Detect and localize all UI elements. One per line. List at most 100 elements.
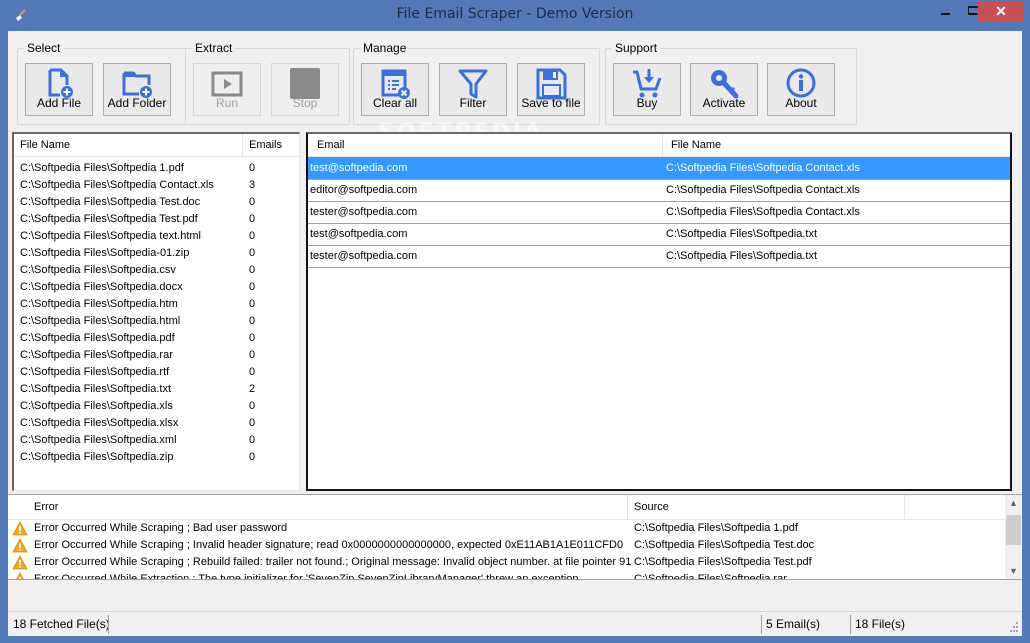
file-email-count: 0	[249, 315, 256, 327]
file-list-item[interactable]: C:\Softpedia Files\Softpedia 1.pdf 0	[14, 160, 299, 177]
file-email-count: 0	[249, 400, 256, 412]
file-email-count: 0	[249, 434, 256, 446]
email-address: editor@softpedia.com	[310, 184, 418, 196]
file-email-count: 0	[249, 162, 256, 174]
error-message: Error Occurred While Scraping ; Bad user…	[34, 522, 288, 534]
group-select: Select Add File Add Folder	[17, 41, 186, 125]
file-list-item[interactable]: C:\Softpedia Files\Softpedia.docx 0	[14, 279, 299, 296]
email-row[interactable]: editor@softpedia.com C:\Softpedia Files\S…	[308, 179, 1010, 202]
status-file-count: 18 File(s)	[855, 617, 906, 631]
scroll-down-icon[interactable]: ▼	[1005, 563, 1022, 579]
file-list-item[interactable]: C:\Softpedia Files\Softpedia Contact.xls…	[14, 177, 299, 194]
file-path: C:\Softpedia Files\Softpedia.xml	[20, 434, 177, 446]
emails-grid[interactable]: Email File Name test@softpedia.com C:\Sof…	[306, 132, 1012, 491]
file-list-item[interactable]: C:\Softpedia Files\Softpedia.htm 0	[14, 296, 299, 313]
file-email-count: 0	[249, 349, 256, 361]
clear-all-label: Clear all	[372, 96, 417, 110]
file-list-item[interactable]: C:\Softpedia Files\Softpedia.xml 0	[14, 432, 299, 449]
about-button[interactable]: About	[767, 63, 835, 116]
email-address: test@softpedia.com	[310, 228, 408, 240]
status-fetched-files: 18 Fetched File(s)	[13, 617, 110, 631]
activate-button[interactable]: Activate	[690, 63, 758, 116]
errors-list[interactable]: Error Source Error Occurred While Scrapi…	[8, 494, 1022, 580]
clear-all-button[interactable]: Clear all	[361, 63, 429, 116]
email-row[interactable]: tester@softpedia.com C:\Softpedia Files\S…	[308, 245, 1010, 268]
file-path: C:\Softpedia Files\Softpedia-01.zip	[20, 247, 190, 259]
scroll-thumb[interactable]	[1006, 515, 1021, 545]
warning-icon	[12, 538, 28, 553]
email-address: test@softpedia.com	[310, 162, 408, 174]
error-row[interactable]: Error Occurred While Scraping ; Bad user…	[8, 520, 1005, 537]
warning-icon	[12, 555, 28, 570]
file-path: C:\Softpedia Files\Softpedia Test.doc	[20, 196, 201, 208]
file-list-item[interactable]: C:\Softpedia Files\Softpedia.txt 2	[14, 381, 299, 398]
filter-button[interactable]: Filter	[439, 63, 507, 116]
email-address: tester@softpedia.com	[310, 250, 418, 262]
error-source: C:\Softpedia Files\Softpedia Test.pdf	[634, 556, 812, 568]
column-header-file-name[interactable]: File Name	[663, 134, 1010, 156]
column-header-file-name[interactable]: File Name	[14, 134, 243, 156]
file-path: C:\Softpedia Files\Softpedia.csv	[20, 264, 176, 276]
column-header-error[interactable]: Error	[8, 495, 628, 519]
group-label-extract: Extract	[192, 41, 236, 55]
file-email-count: 0	[249, 298, 256, 310]
file-list-item[interactable]: C:\Softpedia Files\Softpedia.pdf 0	[14, 330, 299, 347]
resize-grip-icon[interactable]	[1008, 622, 1018, 632]
add-file-label: Add File	[36, 96, 82, 110]
file-path: C:\Softpedia Files\Softpedia.rtf	[20, 366, 170, 378]
file-list-item[interactable]: C:\Softpedia Files\Softpedia text.html 0	[14, 228, 299, 245]
file-list-item[interactable]: C:\Softpedia Files\Softpedia.rtf 0	[14, 364, 299, 381]
error-message: Error Occurred While Scraping ; Rebuild …	[34, 556, 632, 568]
error-row[interactable]: Error Occurred While Scraping ; Invalid …	[8, 537, 1005, 554]
error-row[interactable]: Error Occurred While Scraping ; Rebuild …	[8, 554, 1005, 571]
file-path: C:\Softpedia Files\Softpedia.rar	[20, 349, 173, 361]
run-button[interactable]: Run	[193, 63, 261, 116]
file-list-item[interactable]: C:\Softpedia Files\Softpedia.html 0	[14, 313, 299, 330]
buy-button[interactable]: Buy	[613, 63, 681, 116]
file-list-item[interactable]: C:\Softpedia Files\Softpedia.rar 0	[14, 347, 299, 364]
column-header-email[interactable]: Email	[308, 134, 663, 156]
scroll-up-icon[interactable]: ▲	[1005, 495, 1022, 512]
errors-scrollbar[interactable]: ▲ ▼	[1005, 495, 1022, 579]
file-list-item[interactable]: C:\Softpedia Files\Softpedia.zip 0	[14, 449, 299, 466]
files-list-header: File Name Emails	[14, 134, 299, 157]
add-folder-label: Add Folder	[107, 96, 167, 110]
file-email-count: 0	[249, 366, 256, 378]
file-list-item[interactable]: C:\Softpedia Files\Softpedia.csv 0	[14, 262, 299, 279]
file-list-item[interactable]: C:\Softpedia Files\Softpedia Test.pdf 0	[14, 211, 299, 228]
stop-button[interactable]: Stop	[271, 63, 339, 116]
file-list-item[interactable]: C:\Softpedia Files\Softpedia.xls 0	[14, 398, 299, 415]
status-email-count: 5 Email(s)	[766, 617, 821, 631]
errors-list-header: Error Source	[8, 495, 1022, 520]
email-row[interactable]: tester@softpedia.com C:\Softpedia Files\S…	[308, 201, 1010, 224]
group-label-select: Select	[24, 41, 64, 55]
error-row[interactable]: Error Occurred While Extraction ; The ty…	[8, 571, 1005, 580]
group-label-manage: Manage	[360, 41, 410, 55]
error-message: Error Occurred While Extraction ; The ty…	[34, 573, 582, 580]
email-source-file: C:\Softpedia Files\Softpedia.txt	[666, 228, 818, 240]
file-list-item[interactable]: C:\Softpedia Files\Softpedia.xlsx 0	[14, 415, 299, 432]
add-file-button[interactable]: Add File	[25, 63, 93, 116]
group-label-support: Support	[612, 41, 661, 55]
column-header-source[interactable]: Source	[628, 495, 905, 519]
email-row[interactable]: test@softpedia.com C:\Softpedia Files\Sof…	[308, 157, 1010, 180]
file-list-item[interactable]: C:\Softpedia Files\Softpedia Test.doc 0	[14, 194, 299, 211]
error-source: C:\Softpedia Files\Softpedia.rar	[634, 573, 787, 580]
email-address: tester@softpedia.com	[310, 206, 418, 218]
file-path: C:\Softpedia Files\Softpedia.zip	[20, 451, 174, 463]
emails-grid-header: Email File Name	[308, 134, 1010, 157]
group-support: Support Buy Activate About	[605, 41, 857, 125]
email-row[interactable]: test@softpedia.com C:\Softpedia Files\Sof…	[308, 223, 1010, 246]
minimize-button-real[interactable]	[932, 1, 960, 21]
file-list-item[interactable]: C:\Softpedia Files\Softpedia-01.zip 0	[14, 245, 299, 262]
email-source-file: C:\Softpedia Files\Softpedia Contact.xls	[666, 206, 860, 218]
email-source-file: C:\Softpedia Files\Softpedia.txt	[666, 250, 818, 262]
add-folder-button[interactable]: Add Folder	[103, 63, 171, 116]
files-list[interactable]: File Name Emails C:\Softpedia Files\Soft…	[12, 132, 300, 491]
column-header-emails[interactable]: Emails	[243, 134, 303, 156]
close-button[interactable]: ✕	[978, 1, 1024, 21]
window-title: File Email Scraper - Demo Version	[396, 6, 634, 22]
file-email-count: 0	[249, 417, 256, 429]
run-label: Run	[215, 96, 238, 110]
save-to-file-button[interactable]: Save to file	[517, 63, 585, 116]
